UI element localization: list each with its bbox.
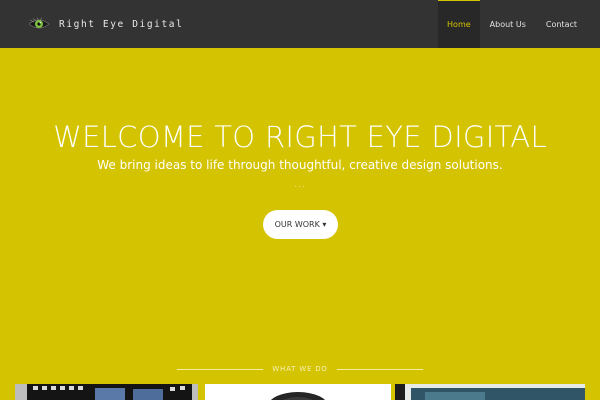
our-work-button[interactable]: OUR WORK ▾ [263,210,338,239]
service-thumbnail-lens[interactable] [205,384,391,400]
nav-item-home[interactable]: Home [438,0,480,48]
navbar: Right Eye Digital Home About Us Contact [0,0,600,48]
lens-image [205,384,391,400]
nav-item-contact[interactable]: Contact [536,0,587,48]
brand-name: Right Eye Digital [59,18,184,30]
film-reel-image [15,384,198,400]
eye-icon [28,17,50,29]
hero-subtitle: We bring ideas to life through thoughtfu… [97,158,503,172]
divider-line-left [177,368,264,370]
section-label: WHAT WE DO [272,365,328,373]
divider-line-right [336,368,423,370]
service-thumbnail-screen[interactable] [395,384,585,400]
hero-separator: ... [294,180,306,190]
section-heading: WHAT WE DO [0,362,600,376]
screen-image [395,384,585,400]
nav-item-about-us[interactable]: About Us [480,0,536,48]
hero-title: WELCOME TO RIGHT EYE DIGITAL [53,120,547,154]
service-thumbnails [0,384,600,400]
service-thumbnail-film[interactable] [15,384,198,400]
main-nav: Home About Us Contact [438,0,587,48]
brand-logo[interactable]: Right Eye Digital [0,0,183,48]
hero-section: WELCOME TO RIGHT EYE DIGITAL We bring id… [0,48,600,400]
